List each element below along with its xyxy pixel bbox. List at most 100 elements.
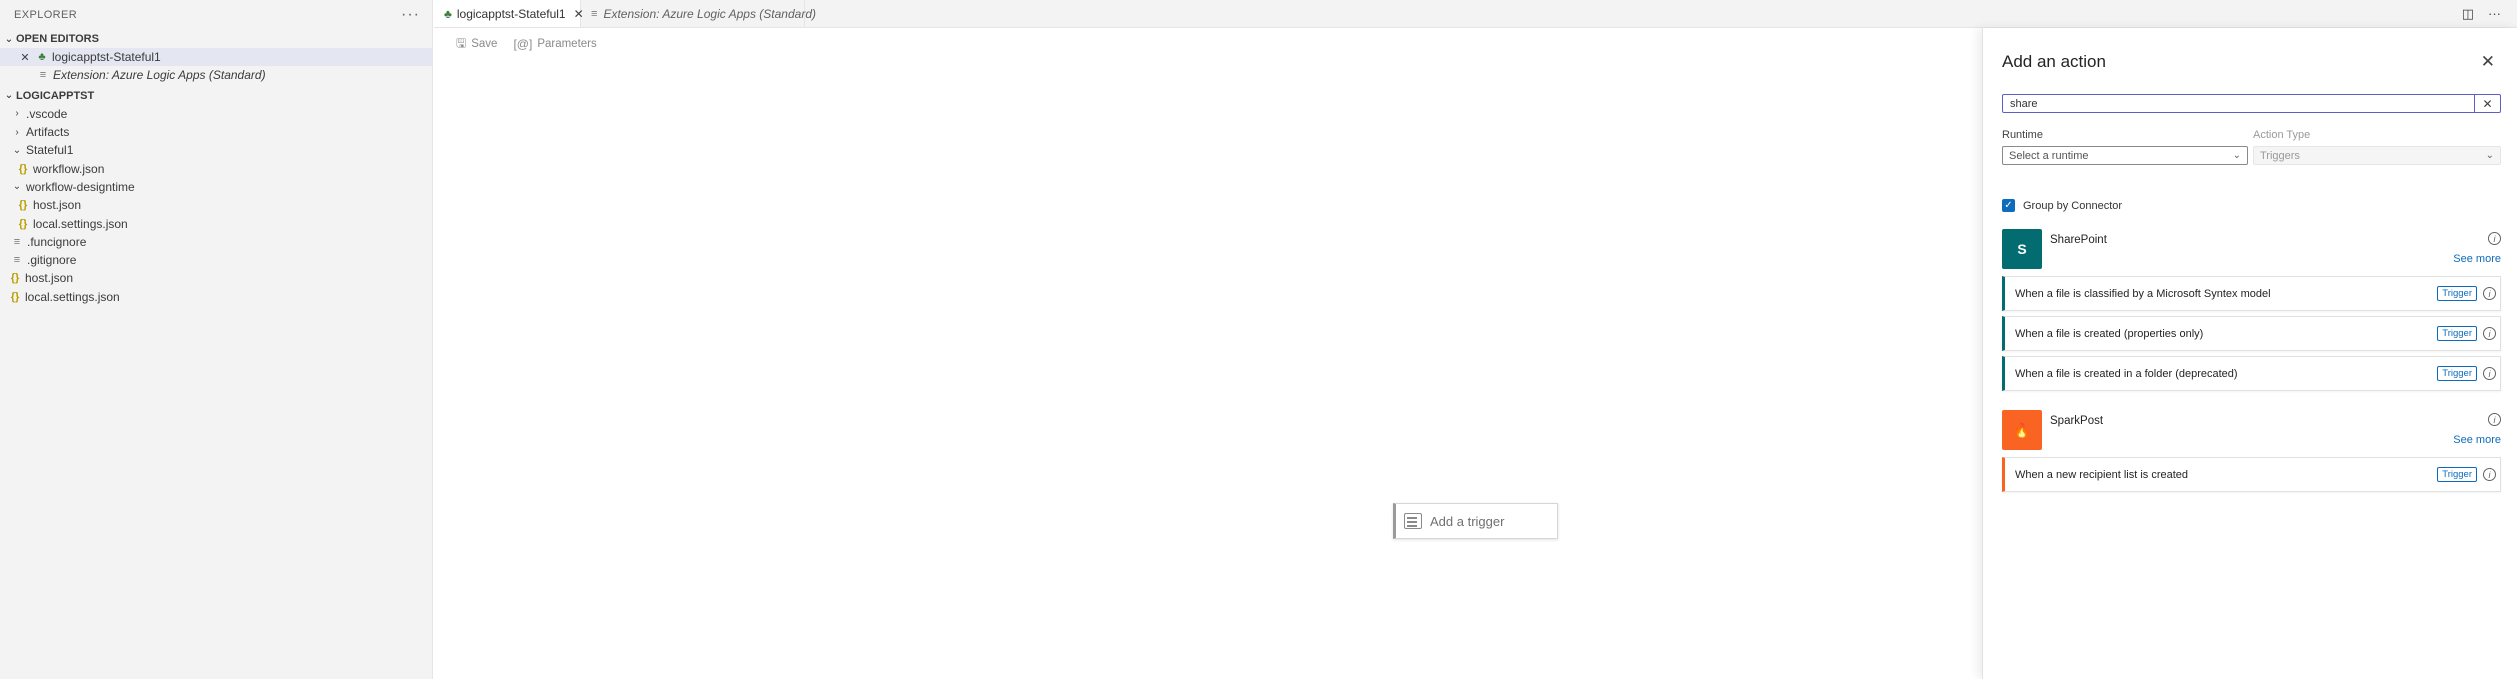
runtime-select[interactable]: Select a runtime ⌄	[2002, 146, 2248, 165]
search-input[interactable]	[2003, 95, 2474, 112]
tree-label: Stateful1	[26, 143, 74, 158]
tree-file-gitignore[interactable]: ≡ .gitignore	[0, 251, 432, 269]
explorer-sidebar: EXPLORER ··· ⌄ OPEN EDITORS ✕ ♣ logicapp…	[0, 0, 433, 679]
connector-header: 🔥 SparkPost i See more	[2002, 410, 2501, 452]
action-type-value: Triggers	[2260, 149, 2300, 162]
see-more-link[interactable]: See more	[2453, 434, 2501, 446]
explorer-title: EXPLORER	[14, 9, 78, 21]
tab-bar: ♣ logicapptst-Stateful1 ✕ ≡ Extension: A…	[434, 0, 2517, 28]
group-by-connector-checkbox[interactable]: ✓ Group by Connector	[2002, 199, 2122, 212]
trigger-badge: Trigger	[2437, 326, 2477, 341]
add-trigger-card[interactable]: Add a trigger	[1393, 503, 1558, 539]
save-icon: 🖫	[456, 35, 467, 50]
parameters-icon: [@]	[513, 37, 533, 51]
tab-extension[interactable]: ≡ Extension: Azure Logic Apps (Standard)	[581, 0, 816, 27]
tree-label: local.settings.json	[25, 289, 120, 304]
runtime-label: Runtime	[2002, 129, 2043, 141]
parameters-label: Parameters	[537, 38, 597, 50]
operation-item[interactable]: When a new recipient list is created Tri…	[2002, 457, 2501, 492]
info-icon[interactable]: i	[2488, 232, 2501, 245]
file-lines-icon: ≡	[591, 7, 598, 20]
close-icon[interactable]: ✕	[18, 51, 32, 64]
group-by-label: Group by Connector	[2023, 199, 2123, 212]
open-editor-item-workflow[interactable]: ✕ ♣ logicapptst-Stateful1	[0, 48, 432, 67]
open-editor-label: Extension: Azure Logic Apps (Standard)	[53, 68, 266, 83]
json-file-icon: {}	[10, 290, 20, 303]
file-lines-icon: ≡	[13, 235, 21, 248]
tree-folder-workflow-designtime[interactable]: ⌄ workflow-designtime	[0, 178, 432, 196]
trigger-badge: Trigger	[2437, 467, 2477, 482]
tree-file-host-json[interactable]: {} host.json	[0, 196, 432, 214]
open-editors-heading: OPEN EDITORS	[16, 33, 99, 45]
parameters-button[interactable]: [@] Parameters	[513, 37, 596, 51]
chevron-down-icon: ⌄	[4, 90, 14, 102]
panel-title: Add an action	[2002, 52, 2106, 71]
open-editors-section[interactable]: ⌄ OPEN EDITORS	[0, 30, 432, 48]
file-lines-icon: ≡	[13, 254, 21, 267]
json-file-icon: {}	[10, 272, 20, 285]
chevron-down-icon: ⌄	[12, 144, 22, 156]
tree-file-root-host-json[interactable]: {} host.json	[0, 269, 432, 287]
operation-item[interactable]: When a file is classified by a Microsoft…	[2002, 276, 2501, 311]
tab-label: Extension: Azure Logic Apps (Standard)	[603, 6, 816, 21]
more-actions-icon[interactable]: ···	[2488, 6, 2501, 21]
sparkpost-flame-icon: 🔥	[2002, 410, 2042, 450]
see-more-link[interactable]: See more	[2453, 253, 2501, 265]
tree-label: .funcignore	[27, 234, 87, 249]
add-action-panel: Add an action ✕ ✕ Runtime Select a runti…	[1982, 28, 2517, 679]
chevron-right-icon: ›	[15, 126, 19, 138]
tree-file-workflow-json[interactable]: {} workflow.json	[0, 159, 432, 177]
explorer-header: EXPLORER ···	[0, 0, 432, 30]
operation-label: When a file is classified by a Microsoft…	[2015, 287, 2271, 300]
close-icon[interactable]: ✕	[2481, 52, 2495, 72]
open-editor-item-extension[interactable]: ≡ Extension: Azure Logic Apps (Standard)	[0, 66, 432, 84]
info-icon[interactable]: i	[2483, 367, 2496, 380]
tab-workflow[interactable]: ♣ logicapptst-Stateful1 ✕	[434, 0, 584, 27]
operation-item[interactable]: When a file is created in a folder (depr…	[2002, 356, 2501, 391]
clear-search-icon[interactable]: ✕	[2474, 95, 2500, 112]
chevron-down-icon: ⌄	[4, 33, 14, 45]
tree-label: workflow-designtime	[26, 179, 135, 194]
connector-header: S SharePoint i See more	[2002, 229, 2501, 271]
connector-name: SparkPost	[2050, 415, 2104, 427]
connector-sparkpost: 🔥 SparkPost i See more When a new recipi…	[2002, 410, 2501, 492]
operation-item[interactable]: When a file is created (properties only)…	[2002, 316, 2501, 351]
search-box: ✕	[2002, 94, 2501, 113]
tree-file-root-local-settings-json[interactable]: {} local.settings.json	[0, 288, 432, 306]
info-icon[interactable]: i	[2488, 413, 2501, 426]
tree-label: host.json	[33, 198, 82, 213]
tree-label: .vscode	[26, 106, 68, 121]
runtime-placeholder: Select a runtime	[2009, 149, 2089, 162]
tree-folder-vscode[interactable]: › .vscode	[0, 105, 432, 123]
chevron-down-icon: ⌄	[12, 181, 22, 193]
info-icon[interactable]: i	[2483, 327, 2496, 340]
tree-file-funcignore[interactable]: ≡ .funcignore	[0, 233, 432, 251]
tree-label: host.json	[25, 271, 74, 286]
operation-label: When a new recipient list is created	[2015, 468, 2189, 481]
more-actions-icon[interactable]: ···	[401, 7, 420, 23]
tree-file-local-settings-json[interactable]: {} local.settings.json	[0, 214, 432, 232]
logic-app-icon: ♣	[444, 6, 452, 21]
chevron-down-icon: ⌄	[2485, 150, 2494, 161]
designer-canvas: Add a trigger	[434, 60, 1983, 679]
action-type-select[interactable]: Triggers ⌄	[2253, 146, 2501, 165]
sharepoint-logo-icon: S	[2002, 229, 2042, 269]
save-button[interactable]: 🖫 Save	[456, 34, 497, 55]
open-editor-label: logicapptst-Stateful1	[52, 50, 161, 65]
trigger-placeholder-icon	[1404, 513, 1422, 529]
file-lines-icon: ≡	[39, 69, 47, 82]
split-editor-icon[interactable]: ◫	[2462, 6, 2474, 22]
info-icon[interactable]: i	[2483, 287, 2496, 300]
action-type-label: Action Type	[2253, 129, 2311, 141]
connector-sharepoint: S SharePoint i See more When a file is c…	[2002, 229, 2501, 391]
save-label: Save	[471, 38, 498, 50]
chevron-down-icon: ⌄	[2232, 150, 2241, 161]
trigger-badge: Trigger	[2437, 366, 2477, 381]
project-section[interactable]: ⌄ LOGICAPPTST	[0, 87, 432, 105]
tree-folder-artifacts[interactable]: › Artifacts	[0, 123, 432, 141]
json-file-icon: {}	[18, 217, 28, 230]
tree-folder-stateful1[interactable]: ⌄ Stateful1	[0, 141, 432, 159]
tree-label: .gitignore	[27, 253, 77, 268]
operation-label: When a file is created in a folder (depr…	[2015, 367, 2238, 380]
info-icon[interactable]: i	[2483, 468, 2496, 481]
